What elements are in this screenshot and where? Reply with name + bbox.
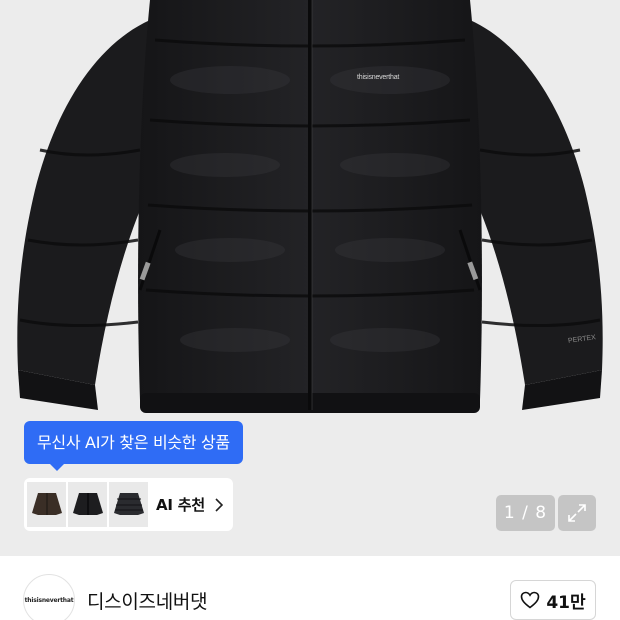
ai-recommend-thumbnail[interactable] [109, 482, 148, 527]
like-count: 41만 [546, 592, 586, 613]
brand-logo[interactable]: thisisneverthat [23, 574, 75, 620]
ai-recommend-thumbnail[interactable] [27, 482, 66, 527]
product-image-area[interactable]: thisisneverthat PERTEX 무신사 AI가 찾은 비슷한 상품… [0, 0, 620, 556]
brand-bar: thisisneverthat 디스이즈네버댓 41만 [0, 556, 620, 620]
brand-logo-text: thisisneverthat [24, 596, 74, 604]
jacket-print: thisisneverthat [357, 74, 400, 81]
ai-tooltip-text: 무신사 AI가 찾은 비슷한 상품 [37, 433, 230, 452]
product-image [17, 0, 603, 413]
ai-recommend-thumbnail[interactable] [68, 482, 107, 527]
like-button[interactable]: 41만 [510, 580, 596, 620]
expand-image-button[interactable] [558, 495, 596, 531]
expand-icon [568, 504, 586, 522]
brand-name[interactable]: 디스이즈네버댓 [87, 587, 208, 614]
image-counter: 1 / 8 [496, 495, 555, 531]
chevron-right-icon [214, 497, 224, 512]
heart-icon [521, 591, 540, 609]
ai-recommend-tooltip: 무신사 AI가 찾은 비슷한 상품 [24, 421, 243, 471]
ai-recommend-button[interactable]: AI 추천 [24, 478, 233, 531]
ai-recommend-label: AI 추천 [156, 496, 206, 514]
image-counter-text: 1 / 8 [503, 503, 548, 523]
